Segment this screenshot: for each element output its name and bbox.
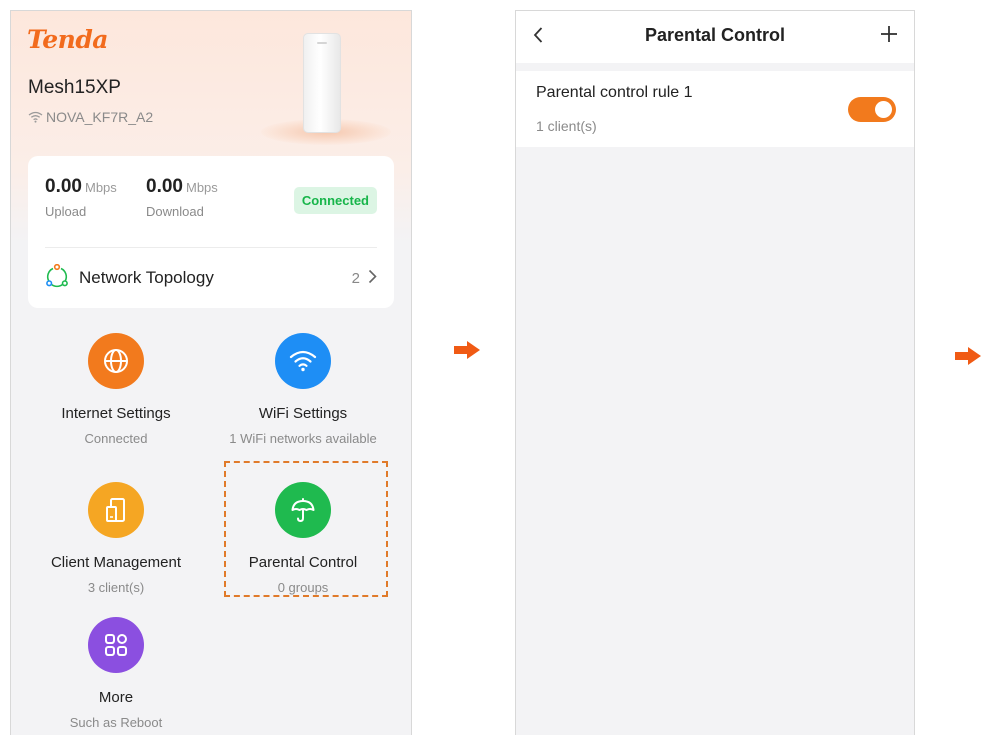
stage: Tenda Mesh15XP NOVA_KF7R_A2 0.00 Mbps Upl… [0,0,981,735]
tile-subtitle: 1 WiFi networks available [229,431,377,446]
devices-icon [88,482,144,538]
toggle-knob [875,101,892,118]
tile-title: Client Management [50,554,182,571]
apps-grid-icon [88,617,144,673]
download-unit: Mbps [185,180,218,195]
rule-item[interactable]: Parental control rule 1 1 client(s) [516,71,914,147]
home-screen: Tenda Mesh15XP NOVA_KF7R_A2 0.00 Mbps Upl… [10,10,412,735]
tile-internet-settings[interactable]: Internet Settings Connected [21,333,211,446]
topology-count: 2 [351,269,360,287]
arrow-right-icon [454,341,480,364]
ssid-label: NOVA_KF7R_A2 [46,109,154,125]
tile-title: WiFi Settings [258,405,348,422]
ssid-row: NOVA_KF7R_A2 [28,109,153,125]
page-title: Parental Control [644,25,786,45]
rule-clients: 1 client(s) [536,118,597,134]
device-name: Mesh15XP [28,77,121,98]
tile-subtitle: Such as Reboot [69,715,163,730]
upload-stat: 0.00 Mbps Upload [45,176,117,219]
add-icon[interactable] [879,24,899,49]
tile-title: Internet Settings [61,405,171,422]
tile-client-management[interactable]: Client Management 3 client(s) [21,482,211,595]
download-label: Download [146,204,204,219]
chevron-right-icon [368,269,377,288]
upload-unit: Mbps [84,180,117,195]
tile-title: More [98,689,134,706]
download-stat: 0.00 Mbps Download [146,176,218,219]
tile-subtitle: Connected [84,431,148,446]
nav-bar: Parental Control [516,11,914,63]
upload-label: Upload [45,204,87,219]
divider [45,247,377,248]
status-badge: Connected [293,187,377,214]
globe-icon [88,333,144,389]
rule-name: Parental control rule 1 [536,84,693,101]
highlight-dashed-box [224,461,388,597]
upload-value: 0.00 [45,176,82,197]
tile-subtitle: 3 client(s) [87,580,145,595]
rule-toggle[interactable] [848,97,896,122]
topology-label: Network Topology [79,268,214,287]
tenda-logo: Tenda [27,25,109,54]
wifi-small-icon [28,111,43,123]
arrow-right-icon [955,347,981,370]
tile-wifi-settings[interactable]: WiFi Settings 1 WiFi networks available [208,333,398,446]
wifi-icon [275,333,331,389]
router-image [303,33,341,133]
network-topology-row[interactable]: Network Topology 2 [45,263,377,293]
stats-card: 0.00 Mbps Upload 0.00 Mbps Download Connec… [28,156,394,308]
tile-more[interactable]: More Such as Reboot [21,617,211,730]
download-value: 0.00 [146,176,183,197]
parental-control-screen: Parental Control Parental control rule 1… [515,10,915,735]
topology-icon [45,263,69,293]
topology-count-group: 2 [352,269,377,288]
